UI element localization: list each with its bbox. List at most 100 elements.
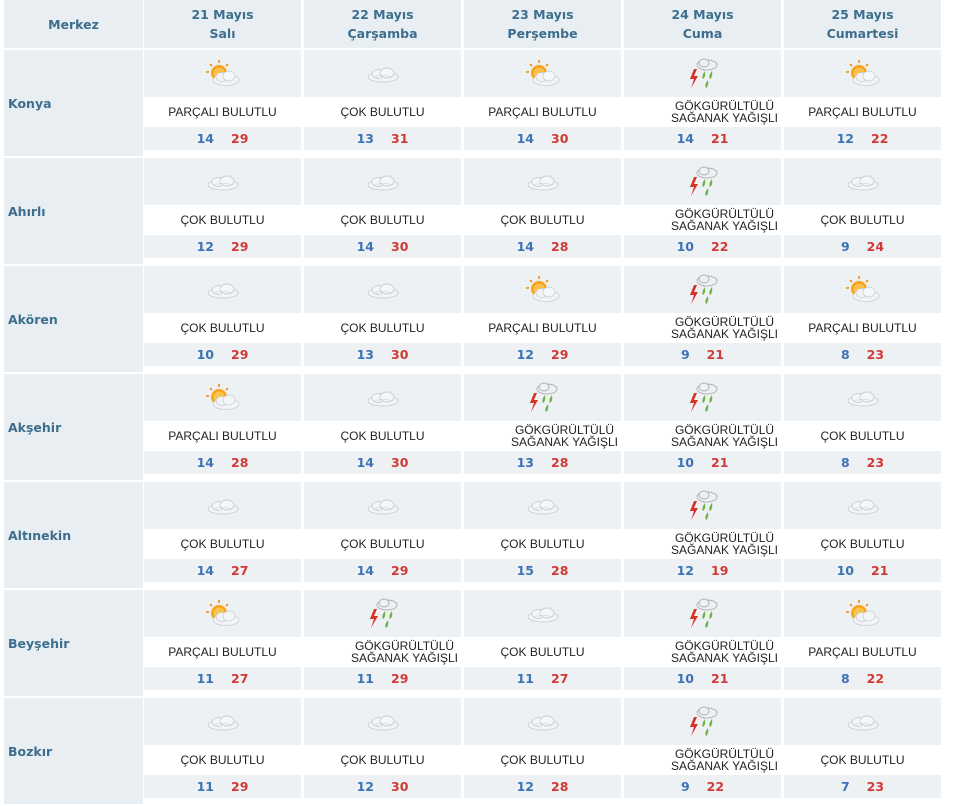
icon-band xyxy=(144,374,301,421)
cloudy-icon xyxy=(524,604,562,624)
partly-cloudy-icon xyxy=(524,59,562,89)
max-temp: 21 xyxy=(871,563,889,578)
temp-band: 7 23 xyxy=(784,775,941,798)
temp-band: 12 22 xyxy=(784,127,941,150)
cloudy-icon xyxy=(364,64,402,84)
cloudy-icon xyxy=(524,496,562,516)
temp-band: 11 29 xyxy=(304,667,461,690)
weather-desc: ÇOK BULUTLU xyxy=(340,429,425,443)
city-name: Akören xyxy=(4,266,143,372)
min-temp: 14 xyxy=(676,131,694,146)
min-temp: 11 xyxy=(516,671,534,686)
icon-band xyxy=(624,266,781,313)
cloudy-icon xyxy=(844,496,882,516)
forecast-cell: ÇOK BULUTLU 12 29 xyxy=(144,158,301,259)
min-temp: 14 xyxy=(516,239,534,254)
icon-band xyxy=(464,374,621,421)
max-temp: 29 xyxy=(231,347,249,362)
max-temp: 28 xyxy=(551,239,569,254)
temp-band: 14 28 xyxy=(144,451,301,474)
temp-band: 10 21 xyxy=(624,667,781,690)
thunderstorm-icon xyxy=(685,56,721,92)
icon-band xyxy=(784,698,941,745)
icon-band xyxy=(304,590,461,637)
min-temp: 15 xyxy=(516,563,534,578)
icon-band xyxy=(784,158,941,205)
temp-band: 10 29 xyxy=(144,343,301,366)
min-temp: 10 xyxy=(196,347,214,362)
min-temp: 10 xyxy=(676,671,694,686)
max-temp: 24 xyxy=(866,239,885,254)
icon-band xyxy=(144,698,301,745)
weather-desc: PARÇALI BULUTLU xyxy=(168,429,277,443)
forecast-cell: ÇOK BULUTLU 14 27 xyxy=(144,482,301,583)
weather-desc: ÇOK BULUTLU xyxy=(820,429,905,443)
thunderstorm-icon xyxy=(685,704,721,740)
temp-band: 15 28 xyxy=(464,559,621,582)
forecast-cell: PARÇALI BULUTLU 11 27 xyxy=(144,590,301,691)
max-temp: 22 xyxy=(871,131,889,146)
thunderstorm-icon xyxy=(365,596,401,632)
temp-band: 8 23 xyxy=(784,343,941,366)
cloudy-icon xyxy=(524,172,562,192)
max-temp: 29 xyxy=(391,563,409,578)
temp-band: 14 29 xyxy=(304,559,461,582)
weather-desc: ÇOK BULUTLU xyxy=(340,537,425,551)
weather-desc: ÇOK BULUTLU xyxy=(820,753,905,767)
temp-band: 12 29 xyxy=(464,343,621,366)
forecast-cell: PARÇALI BULUTLU 14 30 xyxy=(464,50,621,151)
max-temp: 29 xyxy=(231,131,249,146)
cloudy-icon xyxy=(364,280,402,300)
max-temp: 30 xyxy=(391,347,409,362)
temp-band: 13 31 xyxy=(304,127,461,150)
weather-desc: ÇOK BULUTLU xyxy=(820,213,905,227)
partly-cloudy-icon xyxy=(204,599,242,629)
temp-band: 8 22 xyxy=(784,667,941,690)
city-name: Beyşehir xyxy=(4,590,143,696)
forecast-cell: ÇOK BULUTLU 12 28 xyxy=(464,698,621,799)
forecast-cell: ÇOK BULUTLU 13 31 xyxy=(304,50,461,151)
icon-band xyxy=(624,698,781,745)
partly-cloudy-icon xyxy=(204,59,242,89)
max-temp: 23 xyxy=(866,455,885,470)
max-temp: 22 xyxy=(711,239,729,254)
icon-band xyxy=(304,158,461,205)
icon-band xyxy=(784,374,941,421)
header-weekday: Perşembe xyxy=(507,26,578,41)
icon-band xyxy=(144,50,301,97)
weather-desc: ÇOK BULUTLU xyxy=(180,321,265,335)
forecast-cell: ÇOK BULUTLU 13 30 xyxy=(304,266,461,367)
max-temp: 21 xyxy=(711,455,729,470)
weather-desc: PARÇALI BULUTLU xyxy=(168,105,277,119)
max-temp: 22 xyxy=(706,779,725,794)
weather-desc: ÇOK BULUTLU xyxy=(180,537,265,551)
header-day: 25 Mayıs Cumartesi xyxy=(784,0,941,48)
weather-desc: PARÇALI BULUTLU xyxy=(488,105,597,119)
partly-cloudy-icon xyxy=(204,383,242,413)
temp-band: 9 24 xyxy=(784,235,941,258)
icon-band xyxy=(304,482,461,529)
temp-band: 12 29 xyxy=(144,235,301,258)
thunderstorm-icon xyxy=(685,596,721,632)
max-temp: 28 xyxy=(231,455,249,470)
header-weekday: Salı xyxy=(209,26,236,41)
cloudy-icon xyxy=(844,712,882,732)
icon-band xyxy=(624,374,781,421)
forecast-cell: ÇOK BULUTLU 11 27 xyxy=(464,590,621,691)
icon-band xyxy=(464,266,621,313)
min-temp: 14 xyxy=(196,455,214,470)
header-day: 21 Mayıs Salı xyxy=(144,0,301,48)
forecast-cell: PARÇALI BULUTLU 12 22 xyxy=(784,50,941,151)
max-temp: 29 xyxy=(231,779,249,794)
temp-band: 10 22 xyxy=(624,235,781,258)
header-date: 21 Mayıs xyxy=(191,7,254,22)
icon-band xyxy=(144,266,301,313)
max-temp: 21 xyxy=(711,671,729,686)
temp-band: 8 23 xyxy=(784,451,941,474)
temp-band: 12 19 xyxy=(624,559,781,582)
weather-desc: PARÇALI BULUTLU xyxy=(808,105,917,119)
weather-desc: ÇOK BULUTLU xyxy=(180,753,265,767)
temp-band: 12 30 xyxy=(304,775,461,798)
forecast-cell: PARÇALI BULUTLU 12 29 xyxy=(464,266,621,367)
temp-band: 12 28 xyxy=(464,775,621,798)
